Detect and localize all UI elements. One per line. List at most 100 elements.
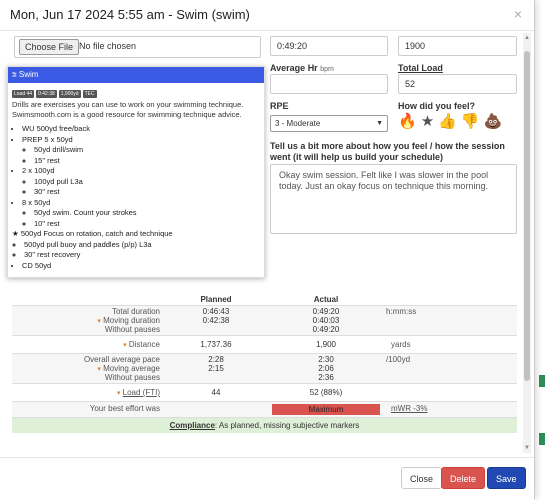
best-effort-bar: Maximum [272,404,380,415]
chevron-down-icon: ▼ [376,120,383,127]
table-header: Planned Actual [12,294,517,306]
workout-modal: Mon, Jun 17 2024 5:55 am - Swim (swim) ×… [0,0,535,500]
rpe-select[interactable]: 3 - Moderate ▼ [270,115,388,132]
workout-tags: Load 44 0:42:38 1,900yd TEC [12,87,260,98]
row-label: Without pauses [104,325,160,334]
list-item: 50yd drill/swim [34,145,264,156]
row-label: Moving average [103,364,160,373]
scroll-up-icon[interactable]: ▲ [524,35,530,41]
star-icon: ★ [12,229,21,238]
cell: 52 (88%) [269,383,383,402]
list-item: 10" rest [34,219,264,230]
tag-duration: 0:42:38 [36,90,57,98]
cell: 0:46:43 [202,307,230,316]
moving-duration-toggle[interactable]: ▾ Moving duration [15,316,160,325]
scrollbar-thumb[interactable] [524,51,530,381]
file-upload: Choose File No file chosen [14,36,261,58]
thumbs-down-icon[interactable]: 👎 [461,112,480,130]
background-strip [539,375,545,387]
list-item: 8 x 50yd 50yd swim. Count your strokes10… [22,198,264,230]
cell: 2:06 [318,364,334,373]
close-icon[interactable]: × [514,6,522,22]
cell: 2:30 [318,355,334,364]
cell: 2:15 [208,364,224,373]
row-label: Overall average pace [83,355,160,364]
unit: yards [383,335,517,354]
list-item: CD 50yd [22,261,264,272]
scrollbar[interactable]: ▲ ▼ [523,33,531,453]
cell: 1,900 [269,335,383,354]
save-button[interactable]: Save [487,467,526,489]
list-item: PREP 5 x 50yd 50yd drill/swim15" rest [22,135,264,167]
row-label: Distance [128,340,160,349]
feedback-textarea[interactable]: Okay swim session. Felt like I was slowe… [270,164,517,234]
step-text: CD 50yd [22,260,52,270]
compliance-label[interactable]: Compliance [170,421,215,430]
feedback-label: Tell us a bit more about how you feel / … [270,141,505,162]
list-item: WU 500yd free/back [22,124,264,135]
cell: 0:40:03 [312,316,340,325]
table-row: Overall average pace ▾ Moving average With… [12,353,517,384]
row-label: Without pauses [104,373,160,382]
planned-header: Planned [200,295,232,304]
cell: 1,737.36 [163,335,269,354]
duration-input[interactable]: 0:49:20 [270,36,388,56]
poop-icon[interactable]: 💩 [484,112,503,130]
row-label[interactable]: Load (FTI) [123,388,160,397]
cell: 0:49:20 [312,307,340,316]
modal-header: Mon, Jun 17 2024 5:55 am - Swim (swim) × [0,0,534,31]
workout-header: ⩰ Swim [8,67,264,83]
row-label: Moving duration [103,316,160,325]
workout-steps: WU 500yd free/back PREP 5 x 50yd 50yd dr… [8,124,264,271]
feel-icon-group: 🔥 ★ 👍 👎 💩 [398,112,506,132]
list-item: 50yd swim. Count your strokes [34,208,264,219]
compliance-row: Compliance: As planned, missing subjecti… [12,417,517,433]
fire-icon[interactable]: 🔥 [398,112,417,130]
cell: 0:42:38 [202,316,230,325]
swim-icon: ⩰ [12,70,19,79]
step-text: 500yd Focus on rotation, catch and techn… [20,229,173,238]
modal-title: Mon, Jun 17 2024 5:55 am - Swim (swim) [10,7,250,22]
modal-footer: Close Delete Save [0,457,534,500]
chevron-down-icon: ▾ [97,366,101,373]
unit: /100yd [383,353,517,384]
rpe-selected-value: 3 - Moderate [275,119,321,128]
list-item: ★ 500yd Focus on rotation, catch and tec… [12,229,264,261]
step-text: 2 x 100yd [22,166,55,175]
list-item: 2 x 100yd 100yd pull L3a30" rest [22,166,264,198]
table-row: Compliance: As planned, missing subjecti… [12,417,517,433]
moving-average-toggle[interactable]: ▾ Moving average [15,364,160,373]
list-item: 30" rest [34,187,264,198]
list-item: 15" rest [34,156,264,167]
chevron-down-icon[interactable]: ▾ [117,390,121,397]
rpe-label: RPE [270,101,289,111]
background-strip [539,433,545,445]
distance-input[interactable]: 1900 [398,36,517,56]
scroll-down-icon[interactable]: ▼ [524,445,530,451]
choose-file-button[interactable]: Choose File [19,39,80,55]
avg-hr-label: Average Hr bpm [270,63,334,73]
table-row: ▾ Load (FTI) 44 52 (88%) [12,383,517,402]
row-label: Your best effort was [12,401,163,418]
star-icon[interactable]: ★ [421,112,434,130]
table-row: Your best effort was Maximum mWR -3% [12,401,517,418]
cell: 2:28 [208,355,224,364]
avg-hr-input[interactable] [270,74,388,94]
workout-popover: ⩰ Swim Load 44 0:42:38 1,900yd TEC Drills a… [7,66,265,278]
unit[interactable]: mWR -3% [383,401,517,418]
chevron-down-icon[interactable]: ▾ [123,342,127,349]
step-text: WU 500yd free/back [22,124,90,133]
delete-button[interactable]: Delete [441,467,486,489]
table-row: ▾ Distance 1,737.36 1,900 yards [12,335,517,354]
thumbs-up-icon[interactable]: 👍 [438,112,457,130]
feel-label: How did you feel? [398,101,476,111]
actual-header: Actual [313,295,339,304]
workout-description: Drills are exercises you can use to work… [12,100,244,119]
step-text: PREP 5 x 50yd [22,134,73,144]
avg-hr-label-text: Average Hr [270,63,318,73]
close-button[interactable]: Close [401,467,443,489]
workout-title: Swim [18,70,39,79]
list-item: 500yd pull buoy and paddles (p/p) L3a [24,240,264,251]
total-load-input[interactable]: 52 [398,74,517,94]
row-label: Total duration [111,307,160,316]
